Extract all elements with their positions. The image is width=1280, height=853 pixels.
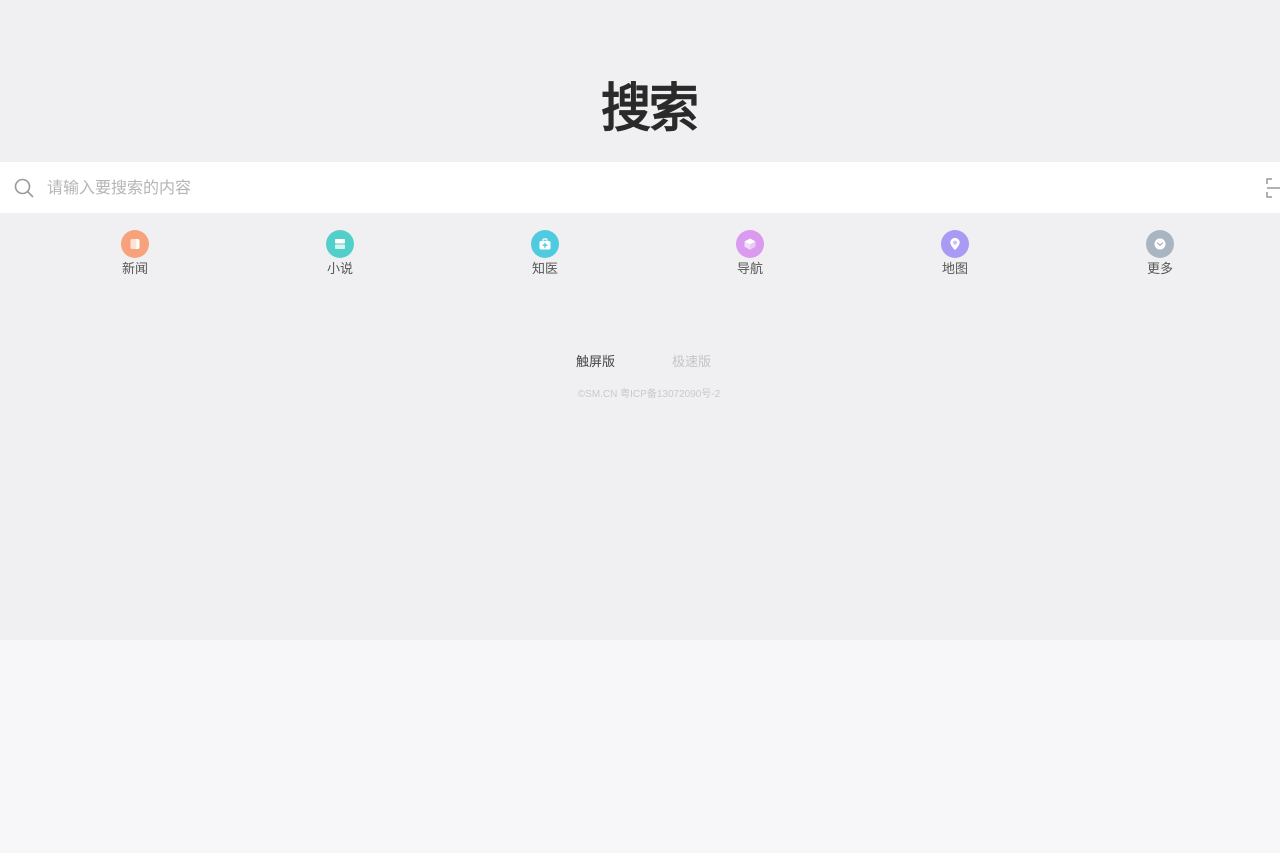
nav-item-more[interactable]: 更多 xyxy=(1130,229,1190,278)
novel-icon xyxy=(326,230,354,258)
nav-item-navigation[interactable]: 导航 xyxy=(720,229,780,278)
search-input[interactable] xyxy=(47,162,1227,213)
touch-version-link[interactable]: 触屏版 xyxy=(576,354,615,372)
site-logo: 搜索 xyxy=(601,77,699,139)
search-bar xyxy=(0,162,1280,213)
nav-item-medical[interactable]: 知医 xyxy=(515,229,575,278)
navigation-icon xyxy=(736,230,764,258)
scan-icon[interactable] xyxy=(1266,178,1280,198)
medical-icon xyxy=(531,230,559,258)
nav-label-navigation: 导航 xyxy=(736,262,763,277)
nav-item-news[interactable]: 新闻 xyxy=(105,229,165,278)
page: 搜索 新闻 小说 xyxy=(0,0,1280,853)
version-switch: 触屏版 极速版 xyxy=(0,354,1280,374)
more-icon xyxy=(1146,230,1174,258)
main-area: 搜索 新闻 小说 xyxy=(0,0,1280,640)
nav-label-news: 新闻 xyxy=(121,262,148,277)
quick-nav: 新闻 小说 知医 导航 地图 更多 xyxy=(0,229,1280,285)
nav-label-more: 更多 xyxy=(1146,262,1173,277)
nav-label-novel: 小说 xyxy=(326,262,353,277)
nav-label-map: 地图 xyxy=(941,262,968,277)
fast-version-link[interactable]: 极速版 xyxy=(672,354,711,372)
icp-license: ©SM.CN 粤ICP备13072090号-2 xyxy=(577,389,721,400)
news-icon xyxy=(121,230,149,258)
map-pin-icon xyxy=(941,230,969,258)
nav-item-map[interactable]: 地图 xyxy=(925,229,985,278)
search-icon[interactable] xyxy=(14,178,34,198)
nav-label-medical: 知医 xyxy=(531,262,558,277)
nav-item-novel[interactable]: 小说 xyxy=(310,229,370,278)
